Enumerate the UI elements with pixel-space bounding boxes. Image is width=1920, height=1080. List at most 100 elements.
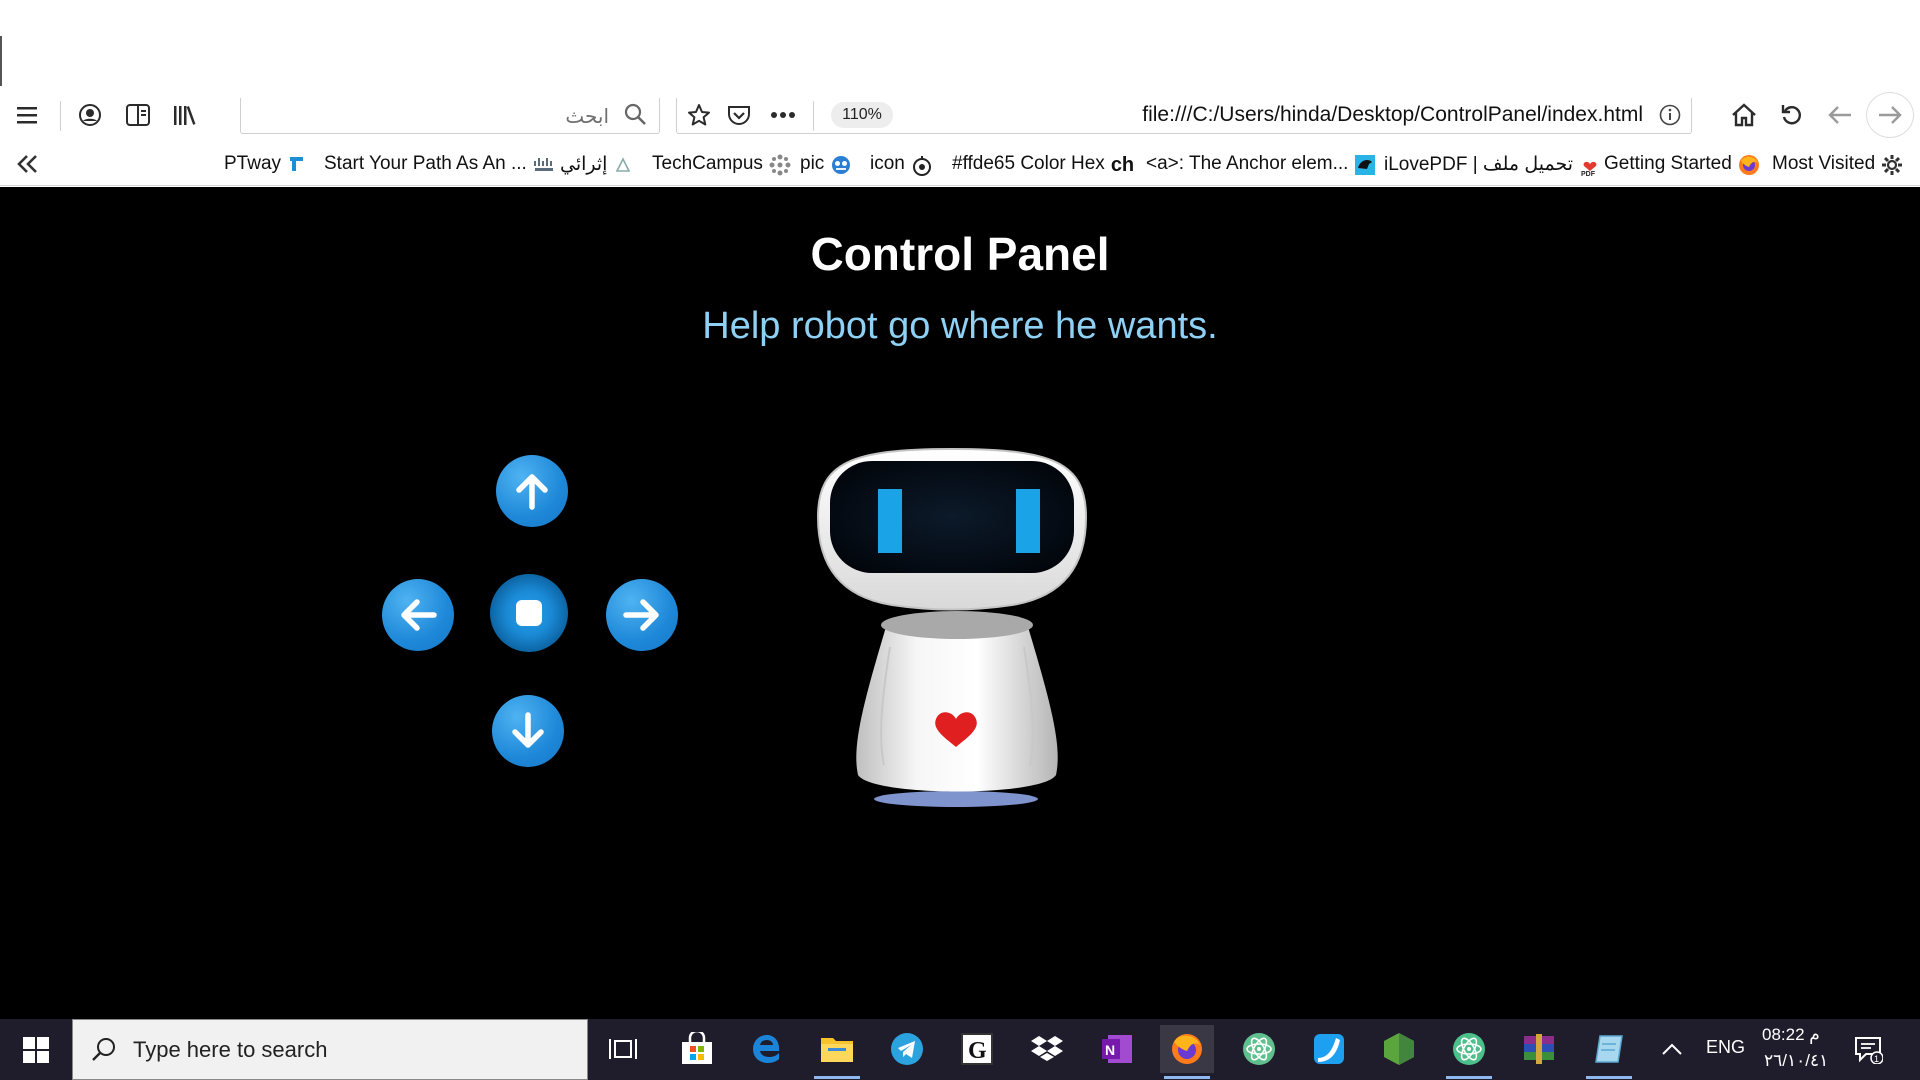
url-bar[interactable]: 110% file:///C:/Users/hinda/Desktop/Cont… xyxy=(676,98,1692,134)
back-arrow-icon[interactable] xyxy=(1822,98,1858,132)
taskbar-search-placeholder: Type here to search xyxy=(133,1037,328,1062)
library-icon[interactable] xyxy=(168,98,204,132)
bookmark-label: <a>: The Anchor elem... xyxy=(1146,153,1349,174)
bookmark-icon[interactable]: icon xyxy=(870,153,931,176)
nodejs-icon[interactable] xyxy=(1372,1025,1426,1073)
g-app-icon[interactable]: G xyxy=(950,1025,1004,1073)
windows-start-icon[interactable] xyxy=(0,1019,72,1080)
page-subtitle: Help robot go where he wants. xyxy=(702,305,1218,347)
atom-icon[interactable] xyxy=(1232,1025,1286,1073)
language-indicator[interactable]: ENG xyxy=(1706,1037,1745,1058)
move-right-button[interactable] xyxy=(606,579,678,651)
browser-toolbar: ابحث 110% file:///C:/Users/hinda/Desktop… xyxy=(0,92,1920,138)
telegram-icon[interactable] xyxy=(880,1025,934,1073)
svg-text:N: N xyxy=(1105,1042,1115,1058)
move-up-button[interactable] xyxy=(496,455,568,527)
notification-center-icon[interactable]: 1 xyxy=(1840,1025,1896,1073)
bookmark-ithraei[interactable]: إثرائي xyxy=(560,153,633,176)
move-left-button[interactable] xyxy=(382,579,454,651)
bookmark-label: Start Your Path As An ... xyxy=(324,153,527,174)
down-arrow-icon xyxy=(512,712,544,748)
clock-time[interactable]: 08:22 م xyxy=(1762,1025,1820,1045)
bookmark-label: Getting Started xyxy=(1604,153,1732,174)
gear-icon xyxy=(1881,154,1903,175)
bookmark-ilovepdf[interactable]: iLovePDF | تحميل ملف PDF xyxy=(1384,153,1599,178)
svg-text:1: 1 xyxy=(1874,1054,1879,1064)
bookmark-label: PTway xyxy=(224,153,282,174)
clock-date[interactable]: ٢٦/١٠/٤١ xyxy=(1764,1051,1828,1071)
bookmark-ptway[interactable]: PTway xyxy=(224,153,307,175)
notepad-icon[interactable] xyxy=(1582,1025,1636,1079)
window-top-area xyxy=(0,0,1920,98)
task-view-icon[interactable] xyxy=(596,1025,650,1073)
bookmarks-bar: PTway Start Your Path As An ... إثرائي T… xyxy=(0,146,1920,186)
store-icon[interactable] xyxy=(670,1025,724,1073)
bookmark-pic[interactable]: pic xyxy=(800,153,851,175)
robot-illustration xyxy=(816,447,1088,807)
reader-sidebar-icon[interactable] xyxy=(120,98,156,132)
bookmark-getting-started[interactable]: Getting Started xyxy=(1604,153,1759,175)
url-text[interactable]: file:///C:/Users/hinda/Desktop/ControlPa… xyxy=(1142,103,1643,127)
bookmark-colorhex[interactable]: #ffde65 Color Hex ch xyxy=(952,153,1135,176)
app-blue-icon[interactable] xyxy=(1302,1025,1356,1073)
active-indicator xyxy=(1446,1076,1492,1079)
bookmark-label: iLovePDF | تحميل ملف xyxy=(1384,154,1573,175)
stop-icon xyxy=(516,600,542,626)
bookmark-label: إثرائي xyxy=(560,154,608,175)
pocket-icon[interactable] xyxy=(721,98,757,132)
colorhex-icon: ch xyxy=(1110,154,1135,176)
bookmark-mdn-anchor[interactable]: <a>: The Anchor elem... xyxy=(1146,153,1376,175)
search-icon xyxy=(623,102,647,131)
zoom-level[interactable]: 110% xyxy=(831,102,893,128)
pic-icon xyxy=(830,154,851,174)
ptway-icon xyxy=(287,154,307,174)
ilovepdf-icon: PDF xyxy=(1579,155,1599,178)
windows-taskbar: Type here to search G N ENG 08:22 م ٢٦/١… xyxy=(0,1019,1920,1080)
home-icon[interactable] xyxy=(1726,98,1762,132)
bookmark-most-visited[interactable]: Most Visited xyxy=(1772,153,1903,175)
bookmark-techcampus[interactable]: TechCampus xyxy=(652,153,791,176)
hamburger-menu-icon[interactable] xyxy=(10,98,46,132)
atom-icon-2[interactable] xyxy=(1442,1025,1496,1079)
bookmark-label: pic xyxy=(800,153,825,174)
active-indicator xyxy=(1164,1076,1210,1079)
taskbar-search[interactable]: Type here to search xyxy=(72,1019,588,1080)
chevron-up-icon[interactable] xyxy=(1648,1025,1696,1073)
ithraei-icon xyxy=(613,155,633,175)
bookmark-cisco[interactable]: Start Your Path As An ... xyxy=(324,153,553,175)
page-info-icon[interactable] xyxy=(1659,104,1681,131)
bookmark-label: TechCampus xyxy=(652,153,763,174)
up-arrow-icon xyxy=(516,474,548,510)
bookmark-label: Most Visited xyxy=(1772,153,1876,174)
cisco-icon xyxy=(533,154,553,174)
more-dots-icon[interactable] xyxy=(765,98,801,132)
right-arrow-icon xyxy=(623,599,659,631)
reload-icon[interactable] xyxy=(1774,98,1810,132)
firefox-icon[interactable] xyxy=(1160,1025,1214,1079)
double-chevron-left-icon[interactable] xyxy=(14,150,40,182)
toolbar-separator xyxy=(60,101,61,131)
account-icon[interactable] xyxy=(72,98,108,132)
onenote-icon[interactable]: N xyxy=(1090,1025,1144,1073)
search-field[interactable]: ابحث xyxy=(240,98,660,134)
left-arrow-icon xyxy=(401,599,437,631)
dropbox-icon[interactable] xyxy=(1020,1025,1074,1073)
svg-text:G: G xyxy=(968,1038,987,1064)
urlbar-separator xyxy=(813,101,814,131)
stop-button[interactable] xyxy=(490,574,568,652)
bookmark-label: icon xyxy=(870,153,905,174)
forward-arrow-icon[interactable] xyxy=(1866,92,1914,138)
search-placeholder: ابحث xyxy=(565,106,609,128)
svg-text:PDF: PDF xyxy=(1581,171,1596,177)
window-edge xyxy=(0,36,2,86)
winrar-icon[interactable] xyxy=(1512,1025,1566,1073)
file-explorer-icon[interactable] xyxy=(810,1025,864,1079)
active-indicator xyxy=(814,1076,860,1079)
edge-icon[interactable] xyxy=(740,1025,794,1073)
page-title: Control Panel xyxy=(810,228,1110,280)
bookmark-label: #ffde65 Color Hex xyxy=(952,153,1105,174)
icon-site-icon xyxy=(911,154,931,176)
move-down-button[interactable] xyxy=(492,695,564,767)
bookmark-star-icon[interactable] xyxy=(681,98,717,132)
techcampus-icon xyxy=(769,154,791,176)
